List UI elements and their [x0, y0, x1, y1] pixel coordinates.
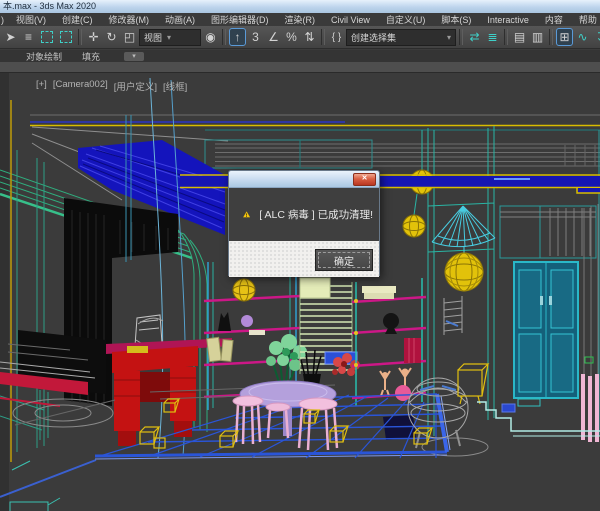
- ribbon-minimize-icon[interactable]: ▾: [124, 51, 145, 61]
- reference-coordinate-dropdown[interactable]: 视图 ▾: [139, 28, 201, 46]
- dialog-body: [ ALC 病毒 ] 已成功清理!: [229, 188, 379, 241]
- viewport-label: [+] [Camera002] [用户定义] [线框]: [36, 79, 187, 93]
- viewport-shading-menu[interactable]: [线框]: [163, 79, 187, 93]
- snap-toggle-icon[interactable]: ↑: [229, 28, 246, 46]
- viewport-general-menu[interactable]: [+]: [36, 79, 47, 93]
- message-dialog: ✕ [ ALC 病毒 ] 已成功清理! 确定: [228, 170, 380, 277]
- menu-item-scripting[interactable]: 脚本(S): [433, 13, 479, 26]
- window-title: 本.max - 3ds Max 2020: [3, 1, 97, 11]
- align-icon[interactable]: ≣: [484, 28, 501, 46]
- named-selection-sets-icon[interactable]: { }: [328, 28, 345, 46]
- viewport-scene[interactable]: [0, 72, 600, 511]
- chevron-down-icon: ▾: [446, 32, 451, 42]
- toolbar-separator: [78, 29, 82, 45]
- render-setup-icon[interactable]: ↧: [592, 28, 600, 46]
- viewport-user-defined-menu[interactable]: [用户定义]: [114, 79, 157, 93]
- ok-button[interactable]: 确定: [315, 249, 373, 271]
- select-object-icon[interactable]: ➤: [2, 28, 19, 46]
- tab-populate[interactable]: 填充: [72, 50, 110, 63]
- main-toolbar: ➤ ≡ ✛ ↻ ◰ 视图 ▾ ◉ ↑ 3 ∠ % ⇅ { } 创建选择集 ▾ ⇄…: [0, 26, 600, 49]
- menu-item-clipped[interactable]: ): [0, 15, 8, 25]
- menu-item-modifiers[interactable]: 修改器(M): [101, 13, 158, 26]
- menu-item-customize[interactable]: 自定义(U): [378, 13, 434, 26]
- viewport-pov-menu[interactable]: [Camera002]: [53, 79, 108, 93]
- chevron-down-icon: ▾: [167, 32, 172, 42]
- layer-explorer-icon[interactable]: ▥: [529, 28, 546, 46]
- warning-icon: [243, 211, 251, 218]
- named-selection-value: 创建选择集: [351, 32, 397, 43]
- viewport-left-strip: [0, 72, 9, 511]
- dialog-titlebar[interactable]: ✕: [229, 171, 379, 188]
- ribbon-collapsed-strip: [0, 62, 600, 73]
- ribbon-tab-bar: 对象绘制 填充 ▾: [0, 50, 600, 62]
- select-and-scale-icon[interactable]: ◰: [121, 28, 138, 46]
- select-and-rotate-icon[interactable]: ↻: [103, 28, 120, 46]
- menu-item-help[interactable]: 帮助: [571, 13, 600, 26]
- toolbar-separator: [504, 29, 508, 45]
- menu-item-rendering[interactable]: 渲染(R): [277, 13, 324, 26]
- tab-object-paint[interactable]: 对象绘制: [0, 50, 72, 63]
- mirror-icon[interactable]: ⇄: [466, 28, 483, 46]
- curve-editor-icon[interactable]: ∿: [574, 28, 591, 46]
- named-selection-dropdown[interactable]: 创建选择集 ▾: [346, 28, 456, 46]
- menu-item-content[interactable]: 内容: [537, 13, 571, 26]
- dialog-footer: 确定: [229, 241, 379, 277]
- select-by-name-icon[interactable]: ≡: [20, 28, 37, 46]
- window-crossing-icon[interactable]: [60, 31, 72, 43]
- use-pivot-center-icon[interactable]: ◉: [202, 28, 219, 46]
- select-and-move-icon[interactable]: ✛: [85, 28, 102, 46]
- menu-item-create[interactable]: 创建(C): [54, 13, 101, 26]
- scene-explorer-icon[interactable]: ▤: [511, 28, 528, 46]
- menu-item-civil-view[interactable]: Civil View: [323, 15, 378, 25]
- reference-coordinate-value: 视图: [144, 32, 163, 43]
- toolbar-separator: [222, 29, 226, 45]
- menu-item-animation[interactable]: 动画(A): [157, 13, 203, 26]
- toolbar-separator: [321, 29, 325, 45]
- close-icon[interactable]: ✕: [353, 173, 376, 186]
- wardrobe[interactable]: [513, 261, 579, 399]
- window-titlebar[interactable]: 本.max - 3ds Max 2020: [0, 0, 600, 13]
- menu-item-view[interactable]: 视图(V): [8, 13, 54, 26]
- menu-bar: ) 视图(V) 创建(C) 修改器(M) 动画(A) 图形编辑器(D) 渲染(R…: [0, 13, 600, 26]
- toolbar-separator: [549, 29, 553, 45]
- selection-region-icon[interactable]: [41, 31, 53, 43]
- dialog-message: [ ALC 病毒 ] 已成功清理!: [259, 209, 373, 221]
- ribbon-toggle-icon[interactable]: ⊞: [556, 28, 573, 46]
- snap-3d-icon[interactable]: 3: [247, 28, 264, 46]
- toolbar-separator: [459, 29, 463, 45]
- angle-snap-icon[interactable]: ∠: [265, 28, 282, 46]
- percent-snap-icon[interactable]: %: [283, 28, 300, 46]
- spinner-snap-icon[interactable]: ⇅: [301, 28, 318, 46]
- menu-item-graph-editors[interactable]: 图形编辑器(D): [203, 13, 277, 26]
- menu-item-interactive[interactable]: Interactive: [479, 15, 537, 25]
